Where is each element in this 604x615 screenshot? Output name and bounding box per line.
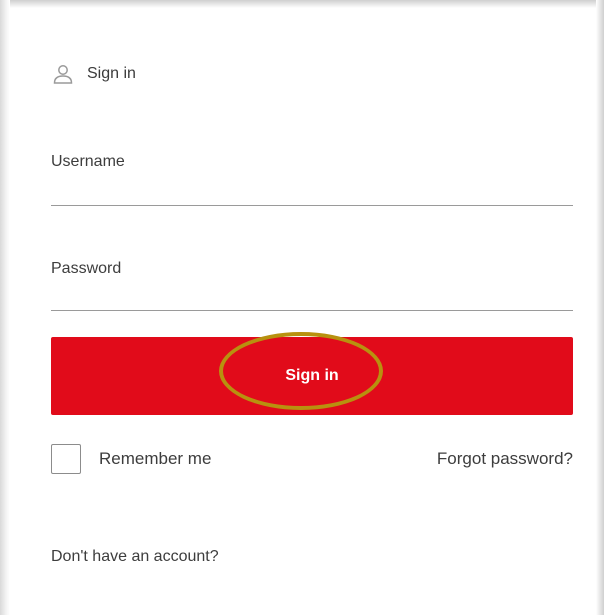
- frame-shadow-left: [0, 0, 10, 615]
- sign-in-card: Sign in Username Password Sign in Rememb…: [10, 8, 596, 615]
- no-account-text[interactable]: Don't have an account?: [51, 548, 219, 566]
- screenshot-stage: Sign in Username Password Sign in Rememb…: [0, 0, 604, 615]
- sign-in-button-label: Sign in: [285, 367, 339, 384]
- password-field[interactable]: Password: [51, 260, 573, 311]
- user-icon: [52, 63, 74, 85]
- frame-shadow-top: [0, 0, 604, 8]
- frame-shadow-right: [596, 0, 604, 615]
- forgot-password-link[interactable]: Forgot password?: [437, 449, 573, 469]
- sign-in-button[interactable]: Sign in: [51, 337, 573, 415]
- password-label: Password: [51, 260, 122, 277]
- remember-me-label: Remember me: [99, 449, 212, 468]
- sign-in-header: Sign in: [52, 63, 136, 85]
- remember-me[interactable]: Remember me: [51, 444, 211, 474]
- remember-me-checkbox[interactable]: [51, 444, 81, 474]
- username-label: Username: [51, 153, 125, 170]
- sign-in-title: Sign in: [87, 65, 136, 82]
- username-field[interactable]: Username: [51, 153, 573, 206]
